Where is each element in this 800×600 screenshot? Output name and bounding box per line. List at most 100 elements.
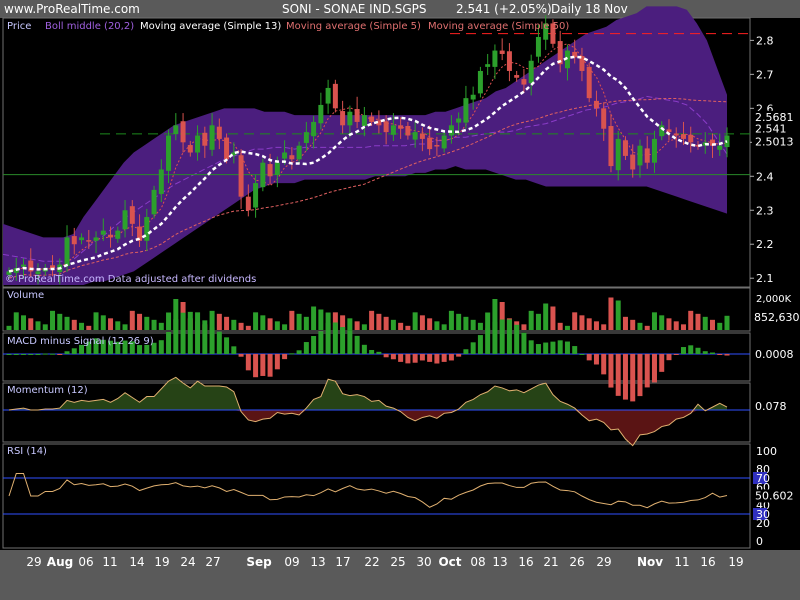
volume-bar xyxy=(376,313,382,330)
macd-bar xyxy=(202,320,208,354)
macd-bar xyxy=(42,353,48,355)
x-axis-label: 08 xyxy=(470,555,485,569)
x-axis-label: 06 xyxy=(78,555,93,569)
volume-bar xyxy=(666,318,672,330)
volume-bar xyxy=(651,312,657,330)
candle-body xyxy=(615,138,621,171)
x-axis-label: 24 xyxy=(180,555,195,569)
volume-bar xyxy=(144,316,150,330)
macd-bar xyxy=(71,348,77,354)
x-axis-label: 14 xyxy=(129,555,144,569)
macd-bar xyxy=(615,354,621,396)
macd-bar xyxy=(448,354,454,361)
candle-body xyxy=(108,234,114,238)
macd-legend: MACD minus Signal (12 26 9) xyxy=(7,336,154,347)
volume-bar xyxy=(158,322,164,330)
x-axis-label: 21 xyxy=(543,555,558,569)
candle-body xyxy=(325,87,331,104)
macd-bar xyxy=(477,335,483,354)
volume-bar xyxy=(282,324,288,330)
candle-body xyxy=(492,50,498,67)
macd-bar xyxy=(64,351,70,354)
macd-bar xyxy=(296,350,302,354)
candle-body xyxy=(608,126,614,167)
macd-bar xyxy=(419,354,425,361)
candle-body xyxy=(688,134,694,143)
candle-body xyxy=(282,152,288,159)
volume-bar xyxy=(129,310,135,330)
candle-body xyxy=(332,83,338,109)
volume-bar xyxy=(253,312,259,330)
volume-bar xyxy=(659,315,665,330)
candle-body xyxy=(586,66,592,99)
x-axis-label: 13 xyxy=(310,555,325,569)
candle-body xyxy=(21,264,27,267)
volume-bar xyxy=(680,324,686,330)
macd-bar xyxy=(441,354,447,362)
candle-body xyxy=(347,111,353,126)
volume-bar xyxy=(622,316,628,330)
candle-body xyxy=(340,111,346,126)
volume-bar xyxy=(528,310,534,330)
x-axis-label: 29 xyxy=(596,555,611,569)
macd-bar xyxy=(369,349,375,354)
candle-body xyxy=(224,137,230,160)
candle-body xyxy=(173,125,179,135)
candle-body xyxy=(245,196,251,211)
volume-bar xyxy=(412,312,418,330)
volume-tick-label: 2,000K xyxy=(756,294,792,305)
volume-bar xyxy=(224,316,230,330)
macd-bar xyxy=(354,335,360,354)
price-tick-label: 2.2 xyxy=(756,238,774,251)
macd-bar xyxy=(347,330,353,354)
candle-body xyxy=(100,230,106,235)
volume-bar xyxy=(209,310,215,330)
candle-body xyxy=(166,135,172,171)
macd-bar xyxy=(680,347,686,354)
x-axis-label: 17 xyxy=(335,555,350,569)
volume-bar xyxy=(405,325,411,330)
candle-body xyxy=(601,108,607,129)
candle-body xyxy=(209,125,215,150)
macd-bar xyxy=(535,344,541,354)
x-axis-label: 13 xyxy=(492,555,507,569)
macd-bar xyxy=(608,354,614,388)
volume-bar xyxy=(535,313,541,330)
macd-bar xyxy=(593,354,599,365)
x-axis-label: 11 xyxy=(102,555,117,569)
candle-body xyxy=(622,140,628,156)
macd-bar xyxy=(709,352,715,354)
volume-bar xyxy=(724,315,730,330)
macd-bar xyxy=(470,342,476,354)
macd-bar xyxy=(180,312,186,354)
macd-bar xyxy=(216,331,222,354)
rsi-last-label: 50.602 xyxy=(755,489,794,502)
price-legend-item: Moving average (Simple 50) xyxy=(428,21,569,32)
candle-body xyxy=(673,133,679,136)
price-tick-label: 2.7 xyxy=(756,68,774,81)
price-legend-item: Price xyxy=(7,21,31,32)
candle-body xyxy=(115,230,121,239)
x-axis-label: 11 xyxy=(674,555,689,569)
price-tick-label: 2.1 xyxy=(756,272,774,285)
macd-bar xyxy=(260,354,266,376)
candle-body xyxy=(187,145,193,153)
macd-bar xyxy=(187,311,193,354)
macd-bar xyxy=(695,347,701,354)
volume-bar xyxy=(50,310,56,330)
volume-bar xyxy=(71,319,77,330)
candle-body xyxy=(86,240,92,242)
volume-bar xyxy=(166,312,172,330)
volume-bar xyxy=(586,318,592,330)
macd-bar xyxy=(21,354,27,355)
x-axis-label: 29 xyxy=(26,555,41,569)
macd-bar xyxy=(456,354,462,357)
volume-bar xyxy=(13,312,19,330)
volume-bar xyxy=(42,324,48,330)
macd-bar xyxy=(13,354,19,355)
macd-bar xyxy=(659,354,665,372)
price-last-label: 2.541 xyxy=(755,122,787,135)
volume-bar xyxy=(448,310,454,330)
candle-body xyxy=(630,154,636,170)
volume-bar xyxy=(86,325,92,330)
